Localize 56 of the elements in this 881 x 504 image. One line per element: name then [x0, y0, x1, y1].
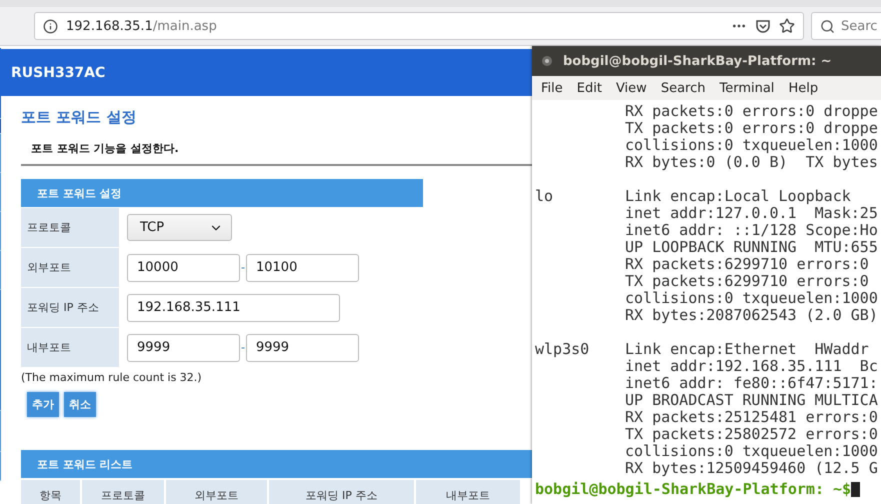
- form-label: 프로토콜: [21, 208, 119, 247]
- section-header: 포트 포워드 설정: [21, 179, 423, 207]
- shield-icon[interactable]: [755, 18, 771, 34]
- terminal-output: collisions:0 txqueuelen:1000: [625, 137, 878, 154]
- address-bar[interactable]: 192.168.35.1/main.asp: [34, 12, 804, 40]
- column-header: 항목: [21, 480, 82, 504]
- port-end-field[interactable]: 9999: [246, 334, 359, 362]
- port-end-field[interactable]: 10100: [246, 254, 359, 282]
- form-label: 포워딩 IP 주소: [21, 288, 119, 327]
- port-start-field[interactable]: 9999: [127, 334, 240, 362]
- terminal-output: Link encap:Ethernet HWaddr: [625, 341, 869, 358]
- cursor-icon: [851, 482, 860, 497]
- column-header: 내부포트: [416, 480, 522, 504]
- protocol-dropdown[interactable]: TCP: [127, 214, 232, 241]
- menu-item[interactable]: File: [534, 80, 570, 96]
- menu-item[interactable]: Edit: [570, 80, 609, 96]
- terminal-output: RX bytes:2087062543 (2.0 GB): [625, 307, 878, 324]
- terminal-output: RX bytes:12509459460 (12.5 G: [625, 460, 878, 477]
- terminal-output: inet addr:192.168.35.111 Bc: [625, 358, 878, 375]
- page-title: 포트 포워드 설정: [21, 108, 136, 127]
- terminal-output: inet6 addr: fe80::6f47:5171:: [625, 375, 878, 392]
- range-separator: -: [240, 341, 246, 354]
- column-header: 외부포트: [166, 480, 269, 504]
- ip-address-field[interactable]: 192.168.35.111: [127, 294, 340, 322]
- terminal-output: RX packets:0 errors:0 droppe: [625, 103, 878, 120]
- info-icon[interactable]: [43, 18, 58, 34]
- close-icon[interactable]: [541, 55, 553, 67]
- interface-name: wlp3s0: [535, 340, 590, 358]
- terminal-title: bobgil@bobgil-SharkBay-Platform: ~: [563, 54, 832, 68]
- terminal-output: TX packets:25802572 errors:0: [625, 426, 878, 443]
- terminal-output: RX packets:25125481 errors:0: [625, 409, 878, 426]
- star-icon[interactable]: [779, 18, 795, 34]
- search-icon: [820, 18, 835, 34]
- menu-item[interactable]: Help: [781, 80, 826, 96]
- shell-prompt: bobgil@bobgil-SharkBay-Platform: ~$: [535, 481, 852, 498]
- range-separator: -: [240, 261, 246, 274]
- terminal-output: collisions:0 txqueuelen:1000: [625, 290, 878, 307]
- rule-count-note: (The maximum rule count is 32.): [21, 371, 202, 384]
- interface-name: lo: [535, 187, 554, 205]
- search-field[interactable]: Searc: [811, 12, 881, 40]
- column-header: 프로토콜: [82, 480, 166, 504]
- terminal-output: Link encap:Local Loopback: [625, 188, 851, 205]
- terminal-output: inet addr:127.0.0.1 Mask:25: [625, 205, 878, 222]
- column-header: 포워딩 IP 주소: [269, 480, 416, 504]
- terminal-output: UP BROADCAST RUNNING MULTICA: [625, 392, 878, 409]
- menu-item[interactable]: View: [608, 80, 654, 96]
- terminal-output: TX packets:6299710 errors:0: [625, 273, 869, 290]
- menu-item[interactable]: Search: [654, 80, 712, 96]
- form-label: 내부포트: [21, 328, 119, 367]
- url-text: 192.168.35.1/main.asp: [66, 18, 218, 34]
- menu-item[interactable]: Terminal: [712, 80, 782, 96]
- port-start-field[interactable]: 10000: [127, 254, 240, 282]
- form-label: 외부포트: [21, 248, 119, 287]
- terminal-output: inet6 addr: ::1/128 Scope:Ho: [625, 222, 878, 239]
- terminal-output: RX packets:6299710 errors:0: [625, 256, 869, 273]
- terminal-output: UP LOOPBACK RUNNING MTU:655: [625, 239, 878, 256]
